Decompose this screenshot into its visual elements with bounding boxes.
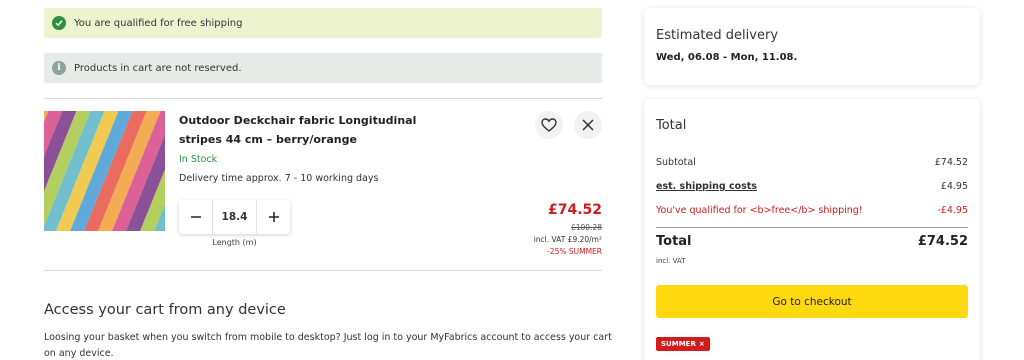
total-card: Total Subtotal £74.52 est. shipping cost…	[644, 99, 980, 360]
access-text: Loosing your basket when you switch from…	[44, 332, 612, 359]
check-circle-icon	[52, 16, 66, 30]
not-reserved-banner: i Products in cart are not reserved.	[44, 53, 602, 83]
delivery-dates: Wed, 06.08 - Mon, 11.08.	[656, 52, 798, 63]
free-shipping-value: -£4.95	[937, 205, 968, 216]
total-divider	[656, 227, 968, 228]
remove-coupon-icon[interactable]: ×	[699, 340, 705, 348]
quantity-label: Length (m)	[212, 238, 257, 247]
subtotal-label: Subtotal	[656, 157, 696, 168]
product-image[interactable]	[44, 111, 165, 231]
discount-label: -25% SUMMER	[547, 247, 602, 256]
decrease-button[interactable]	[179, 200, 212, 234]
total-title: Total	[656, 118, 687, 133]
wishlist-button[interactable]	[535, 111, 563, 139]
vat-price: incl. VAT £9.20/m²	[533, 235, 602, 244]
shipping-row: est. shipping costs £4.95	[656, 181, 968, 192]
delivery-title: Estimated delivery	[656, 28, 779, 43]
info-icon: i	[52, 61, 66, 75]
shipping-costs-link[interactable]: est. shipping costs	[656, 181, 757, 192]
quantity-value[interactable]: 18.4	[212, 200, 257, 234]
subtotal-row: Subtotal £74.52	[656, 157, 968, 168]
grand-total-label: Total	[656, 234, 692, 249]
divider	[44, 98, 602, 99]
checkout-button[interactable]: Go to checkout	[656, 285, 968, 318]
heart-icon	[541, 118, 557, 132]
shipping-value: £4.95	[940, 181, 968, 192]
subtotal-value: £74.52	[934, 157, 968, 168]
free-shipping-banner: You are qualified for free shipping	[44, 8, 602, 38]
close-icon	[582, 119, 594, 131]
coupon-code: SUMMER	[661, 340, 696, 348]
not-reserved-text: Products in cart are not reserved.	[74, 62, 242, 74]
divider	[44, 270, 602, 271]
coupon-badge: SUMMER ×	[656, 337, 710, 351]
old-price: £100.28	[570, 223, 602, 232]
product-price: £74.52	[547, 202, 602, 218]
minus-icon	[190, 216, 201, 218]
product-name[interactable]: Outdoor Deckchair fabric Longitudinal st…	[179, 111, 429, 149]
plus-icon	[268, 212, 279, 222]
delivery-time: Delivery time approx. 7 - 10 working day…	[179, 173, 379, 184]
grand-total-value: £74.52	[917, 234, 968, 249]
remove-item-button[interactable]	[574, 111, 602, 139]
stock-status: In Stock	[179, 154, 218, 165]
free-shipping-text: You are qualified for free shipping	[74, 17, 243, 29]
free-shipping-row: You've qualified for <b>free</b> shippin…	[656, 205, 968, 216]
increase-button[interactable]	[257, 200, 290, 234]
access-title: Access your cart from any device	[44, 302, 286, 318]
delivery-card: Estimated delivery Wed, 06.08 - Mon, 11.…	[644, 8, 980, 85]
incl-vat-note: incl. VAT	[656, 257, 686, 265]
free-shipping-label: You've qualified for <b>free</b> shippin…	[656, 205, 863, 216]
quantity-stepper[interactable]: 18.4	[179, 200, 290, 234]
grand-total-row: Total £74.52	[656, 234, 968, 249]
